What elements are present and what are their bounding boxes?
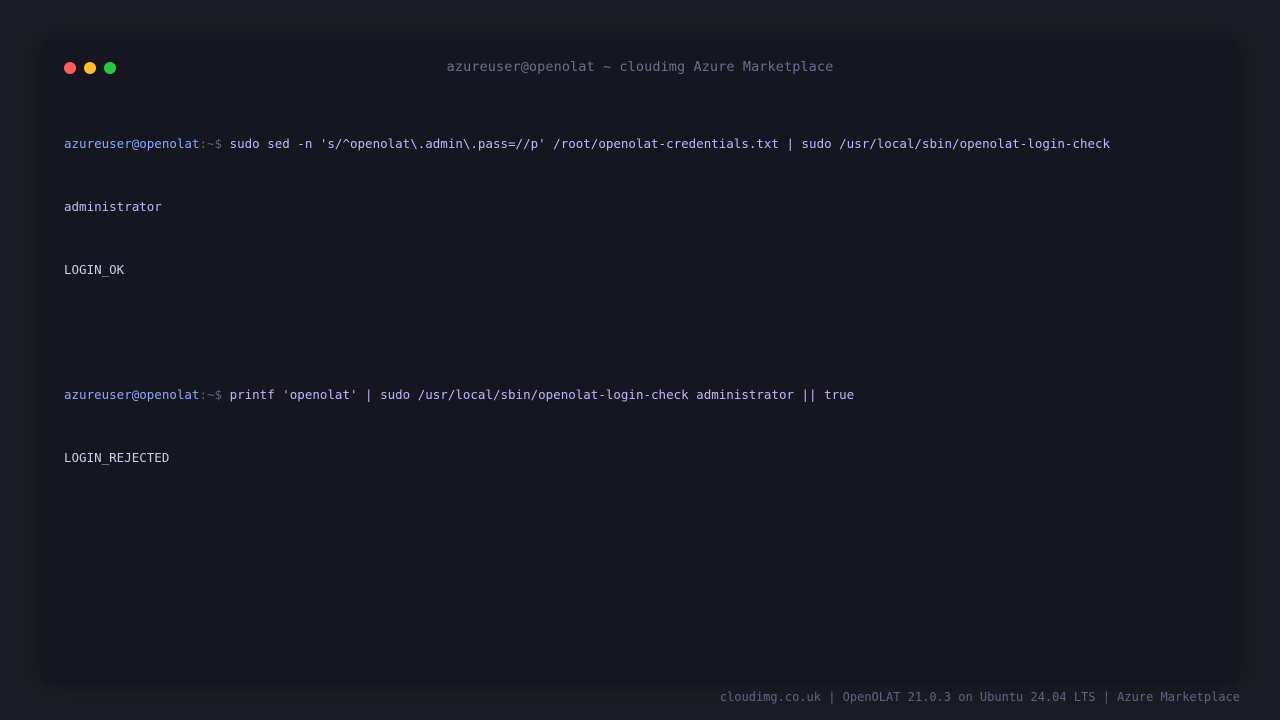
command-output: LOGIN_REJECTED: [64, 450, 170, 465]
terminal-output-line: LOGIN_REJECTED: [64, 447, 1216, 468]
terminal-command-line-wrap: administrator: [64, 196, 1216, 217]
prompt-path: :~$: [199, 387, 223, 402]
command-text: sudo sed -n 's/^openolat\.admin\.pass=//…: [229, 136, 1111, 151]
terminal-output-line: LOGIN_OK: [64, 259, 1216, 280]
terminal-command-line: azureuser@openolat:~$ sudo sed -n 's/^op…: [64, 133, 1216, 154]
window-titlebar: azureuser@openolat ~ cloudimg Azure Mark…: [40, 40, 1240, 96]
prompt-user: azureuser@openolat: [64, 387, 200, 402]
prompt-user: azureuser@openolat: [64, 136, 200, 151]
command-text: printf 'openolat' | sudo /usr/local/sbin…: [229, 387, 855, 402]
terminal-window: azureuser@openolat ~ cloudimg Azure Mark…: [40, 40, 1240, 684]
command-output: LOGIN_OK: [64, 262, 125, 277]
window-title: azureuser@openolat ~ cloudimg Azure Mark…: [446, 59, 834, 75]
terminal-command-line: azureuser@openolat:~$ printf 'openolat' …: [64, 384, 1216, 405]
command-text-wrap: administrator: [64, 199, 162, 214]
prompt-path: :~$: [199, 136, 223, 151]
footer-credits: cloudimg.co.uk | OpenOLAT 21.0.3 on Ubun…: [719, 690, 1240, 704]
terminal-output[interactable]: azureuser@openolat:~$ sudo sed -n 's/^op…: [64, 91, 1216, 510]
